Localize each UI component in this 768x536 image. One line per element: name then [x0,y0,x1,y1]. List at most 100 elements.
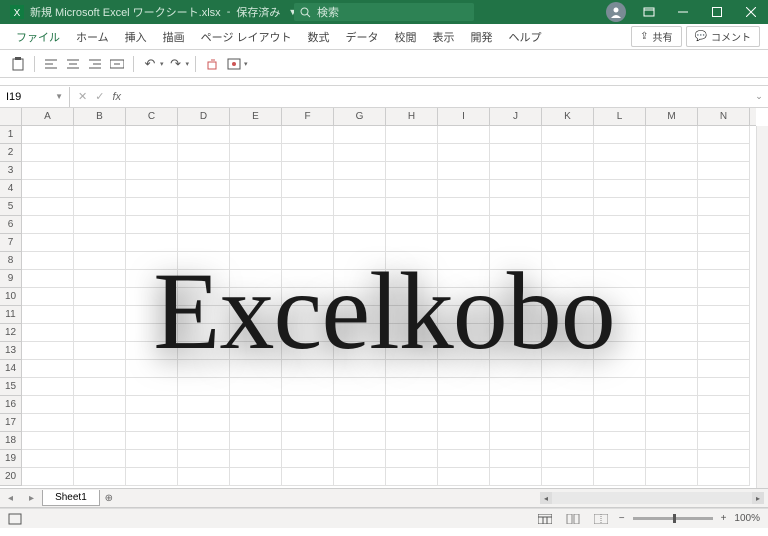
search-input[interactable]: 検索 [294,3,474,21]
cell[interactable] [386,468,438,486]
cell[interactable] [698,198,750,216]
cell[interactable] [490,324,542,342]
cell[interactable] [594,342,646,360]
cell[interactable] [438,468,490,486]
cell[interactable] [698,432,750,450]
cell[interactable] [646,414,698,432]
cell[interactable] [74,468,126,486]
cell[interactable] [334,252,386,270]
cell[interactable] [126,180,178,198]
cell[interactable] [334,468,386,486]
cell[interactable] [386,396,438,414]
cell[interactable] [334,288,386,306]
cell[interactable] [386,414,438,432]
cell[interactable] [542,126,594,144]
vertical-scrollbar[interactable] [756,126,768,488]
cell[interactable] [542,324,594,342]
cell[interactable] [646,324,698,342]
cell[interactable] [490,252,542,270]
cell[interactable] [334,324,386,342]
cell[interactable] [230,252,282,270]
cancel-formula-icon[interactable]: ✕ [78,90,87,103]
cell[interactable] [386,162,438,180]
cell[interactable] [438,324,490,342]
cell[interactable] [490,270,542,288]
cell[interactable] [542,216,594,234]
cell[interactable] [282,126,334,144]
cell[interactable] [698,450,750,468]
cell[interactable] [22,396,74,414]
cell[interactable] [646,144,698,162]
cell[interactable] [22,270,74,288]
column-header[interactable]: K [542,108,594,125]
cell[interactable] [126,324,178,342]
cell[interactable] [74,324,126,342]
cell[interactable] [542,180,594,198]
cell[interactable] [698,162,750,180]
cell[interactable] [490,162,542,180]
cell[interactable] [334,216,386,234]
cell[interactable] [594,270,646,288]
cell[interactable] [490,378,542,396]
cell[interactable] [334,126,386,144]
cell[interactable] [22,468,74,486]
cell[interactable] [646,126,698,144]
cell[interactable] [22,288,74,306]
cell[interactable] [230,342,282,360]
cell[interactable] [438,432,490,450]
cell[interactable] [594,360,646,378]
cell[interactable] [22,378,74,396]
cell[interactable] [74,288,126,306]
column-header[interactable]: N [698,108,750,125]
record-macro-icon[interactable] [8,513,22,525]
cell[interactable] [386,270,438,288]
cell[interactable] [230,216,282,234]
cell[interactable] [282,342,334,360]
cell[interactable] [282,414,334,432]
cell[interactable] [282,180,334,198]
column-header[interactable]: G [334,108,386,125]
macro-dropdown[interactable]: ▾ [244,60,248,68]
cell[interactable] [646,342,698,360]
cell[interactable] [646,180,698,198]
cell[interactable] [386,234,438,252]
cell[interactable] [230,180,282,198]
cell[interactable] [698,360,750,378]
row-header[interactable]: 3 [0,162,21,180]
cell[interactable] [22,432,74,450]
cell[interactable] [126,450,178,468]
view-pagelayout-icon[interactable] [563,512,583,526]
tab-draw[interactable]: 描画 [155,24,193,50]
redo-dropdown[interactable]: ▾ [186,60,190,68]
row-header[interactable]: 20 [0,468,21,486]
cell[interactable] [386,252,438,270]
expand-formula-icon[interactable]: ⌄ [750,91,768,102]
cell[interactable] [594,126,646,144]
cell[interactable] [22,198,74,216]
cell[interactable] [438,180,490,198]
cell[interactable] [230,198,282,216]
cell[interactable] [334,234,386,252]
avatar[interactable] [606,2,626,22]
cell[interactable] [594,198,646,216]
cell[interactable] [698,144,750,162]
cell[interactable] [386,450,438,468]
cell[interactable] [22,144,74,162]
cell[interactable] [594,234,646,252]
cell[interactable] [178,198,230,216]
cell[interactable] [698,270,750,288]
cell[interactable] [126,288,178,306]
column-header[interactable]: I [438,108,490,125]
cell[interactable] [698,234,750,252]
sheet-nav-prev[interactable]: ◂ [0,493,21,504]
cell[interactable] [698,378,750,396]
cell[interactable] [282,234,334,252]
cell[interactable] [126,414,178,432]
cell[interactable] [282,450,334,468]
cell[interactable] [542,360,594,378]
cell[interactable] [542,252,594,270]
cell[interactable] [438,144,490,162]
cell[interactable] [698,288,750,306]
cell[interactable] [126,270,178,288]
cell[interactable] [646,360,698,378]
